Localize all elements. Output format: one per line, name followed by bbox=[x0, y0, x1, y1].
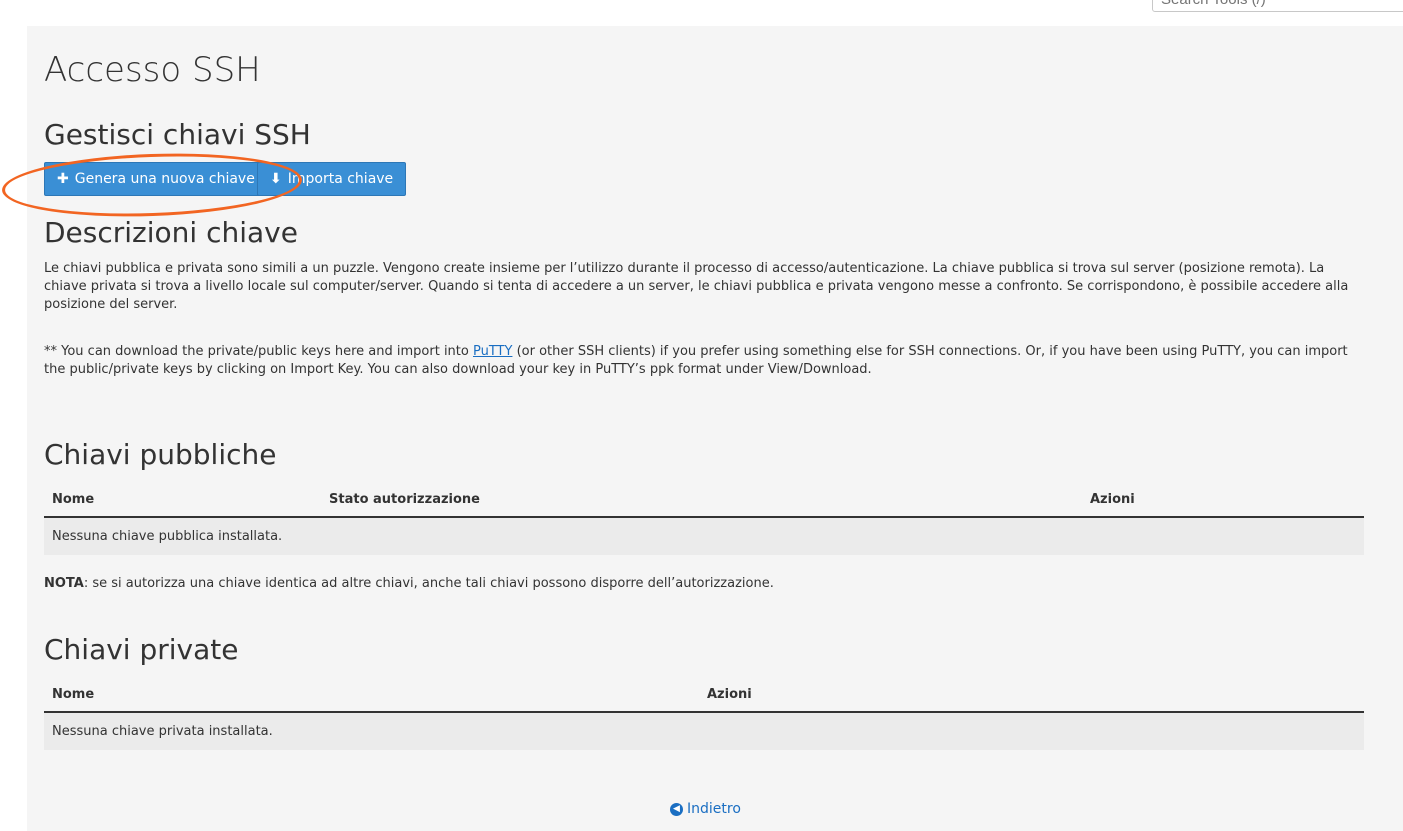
table-header: Nome Azioni bbox=[44, 680, 1364, 713]
public-keys-table: Nome Stato autorizzazione Azioni Nessuna… bbox=[44, 485, 1364, 555]
highlight-annotation bbox=[1, 148, 303, 222]
column-header-authorization[interactable]: Stato autorizzazione bbox=[329, 492, 480, 507]
putty-info-text: ** You can download the private/public k… bbox=[44, 343, 1354, 379]
arrow-left-circle-icon: ◀ bbox=[670, 802, 683, 816]
putty-link[interactable]: PuTTY bbox=[473, 344, 512, 359]
back-link[interactable]: ◀ Indietro bbox=[670, 801, 741, 817]
import-key-label: Importa chiave bbox=[287, 171, 394, 187]
key-description-text: Le chiavi pubblica e privata sono simili… bbox=[44, 261, 1349, 312]
column-header-actions: Azioni bbox=[1090, 492, 1135, 507]
manage-keys-heading: Gestisci chiavi SSH bbox=[44, 118, 311, 151]
column-header-name[interactable]: Nome bbox=[52, 687, 94, 702]
table-row-empty: Nessuna chiave privata installata. bbox=[44, 713, 1364, 750]
column-header-actions: Azioni bbox=[707, 687, 752, 702]
page-title: Accesso SSH bbox=[44, 50, 261, 90]
table-row-empty: Nessuna chiave pubblica installata. bbox=[44, 518, 1364, 555]
note-label: NOTA bbox=[44, 576, 84, 591]
key-descriptions-heading: Descrizioni chiave bbox=[44, 216, 298, 249]
note-body: : se si autorizza una chiave identica ad… bbox=[83, 576, 774, 591]
putty-text-before: ** You can download the private/public k… bbox=[44, 344, 473, 359]
main-content: Accesso SSH Gestisci chiavi SSH ✚ Genera… bbox=[1, 26, 1403, 831]
search-tools-input[interactable] bbox=[1152, 0, 1403, 12]
private-keys-table: Nome Azioni Nessuna chiave privata insta… bbox=[44, 680, 1364, 750]
table-header: Nome Stato autorizzazione Azioni bbox=[44, 485, 1364, 518]
top-bar bbox=[0, 0, 1403, 26]
public-keys-heading: Chiavi pubbliche bbox=[44, 438, 277, 471]
column-header-name[interactable]: Nome bbox=[52, 492, 94, 507]
private-keys-heading: Chiavi private bbox=[44, 633, 239, 666]
note-text: NOTA: se si autorizza una chiave identic… bbox=[44, 576, 774, 591]
back-label: Indietro bbox=[687, 801, 741, 817]
